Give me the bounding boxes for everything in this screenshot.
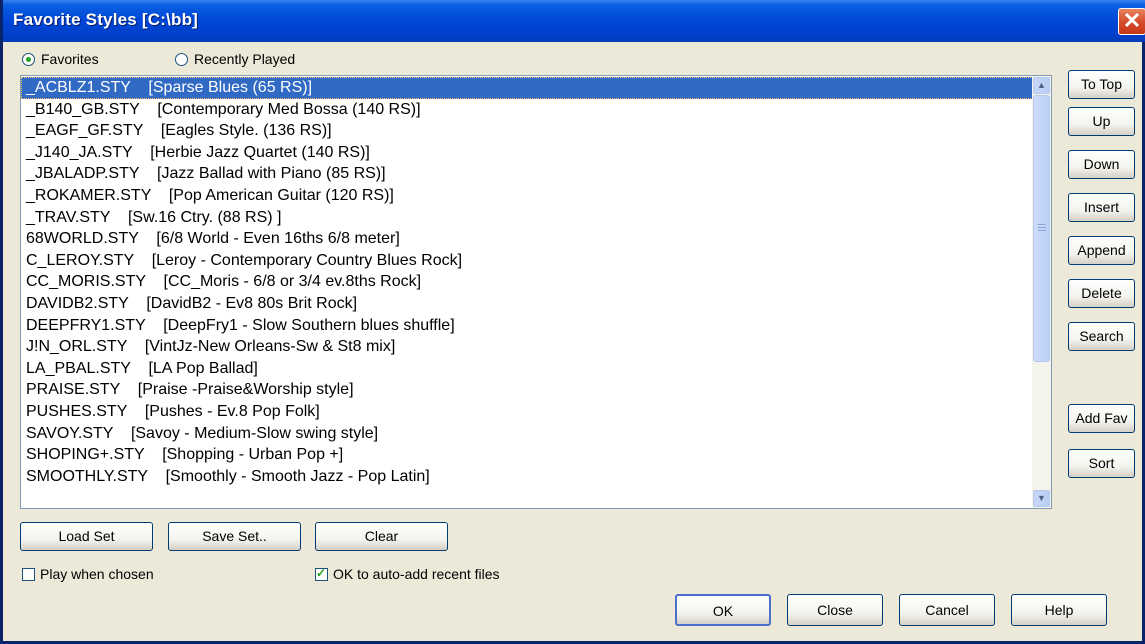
list-item[interactable]: CC_MORIS.STY [CC_Moris - 6/8 or 3/4 ev.8… [21, 271, 1033, 293]
recently-played-radio-label: Recently Played [194, 51, 296, 67]
favorites-radio[interactable]: Favorites [22, 51, 99, 67]
list-item[interactable]: _ACBLZ1.STY [Sparse Blues (65 RS)] [21, 77, 1033, 99]
list-item[interactable]: 68WORLD.STY [6/8 World - Even 16ths 6/8 … [21, 228, 1033, 250]
thumb-grip [1038, 224, 1046, 225]
list-item[interactable]: _EAGF_GF.STY [Eagles Style. (136 RS)] [21, 120, 1033, 142]
close-icon: ✕ [1122, 8, 1142, 33]
title-bar[interactable]: Favorite Styles [C:\bb] ✕ [3, 0, 1145, 42]
auto-add-recent-label: OK to auto-add recent files [333, 566, 500, 582]
load-set-button[interactable]: Load Set [20, 522, 153, 551]
scroll-up-button[interactable]: ▲ [1033, 77, 1050, 94]
search-button[interactable]: Search [1068, 322, 1135, 351]
list-item[interactable]: _ROKAMER.STY [Pop American Guitar (120 R… [21, 185, 1033, 207]
sort-button[interactable]: Sort [1068, 449, 1135, 478]
close-button[interactable]: Close [787, 594, 883, 626]
list-item[interactable]: LA_PBAL.STY [LA Pop Ballad] [21, 358, 1033, 380]
ok-button[interactable]: OK [675, 594, 771, 626]
thumb-grip [1038, 230, 1046, 231]
list-item[interactable]: PUSHES.STY [Pushes - Ev.8 Pop Folk] [21, 401, 1033, 423]
add-fav-button[interactable]: Add Fav [1068, 404, 1135, 433]
styles-listbox[interactable]: _ACBLZ1.STY [Sparse Blues (65 RS)] _B140_… [20, 75, 1052, 509]
clear-button[interactable]: Clear [315, 522, 448, 551]
window-title: Favorite Styles [C:\bb] [13, 10, 199, 29]
help-button[interactable]: Help [1011, 594, 1107, 626]
list-item[interactable]: DAVIDB2.STY [DavidB2 - Ev8 80s Brit Rock… [21, 293, 1033, 315]
recently-played-radio[interactable]: Recently Played [175, 51, 295, 67]
scroll-down-button[interactable]: ▼ [1033, 490, 1050, 507]
save-set-button[interactable]: Save Set.. [168, 522, 301, 551]
checkbox-checked-icon [315, 566, 328, 581]
list-item[interactable]: DEEPFRY1.STY [DeepFry1 - Slow Southern b… [21, 315, 1033, 337]
list-item[interactable]: SMOOTHLY.STY [Smoothly - Smooth Jazz - P… [21, 466, 1033, 488]
list-item[interactable]: _JBALADP.STY [Jazz Ballad with Piano (85… [21, 163, 1033, 185]
list-item[interactable]: _J140_JA.STY [Herbie Jazz Quartet (140 R… [21, 142, 1033, 164]
vertical-scrollbar[interactable]: ▲ ▼ [1032, 76, 1051, 508]
chevron-up-icon: ▲ [1037, 80, 1046, 90]
checkbox-unchecked-icon [22, 567, 35, 581]
list-item[interactable]: SAVOY.STY [Savoy - Medium-Slow swing sty… [21, 423, 1033, 445]
down-button[interactable]: Down [1068, 150, 1135, 179]
auto-add-recent-checkbox[interactable]: OK to auto-add recent files [315, 566, 500, 582]
thumb-grip [1038, 227, 1046, 228]
list-item[interactable]: SHOPING+.STY [Shopping - Urban Pop +] [21, 444, 1033, 466]
play-when-chosen-checkbox[interactable]: Play when chosen [22, 566, 154, 582]
list-item[interactable]: _TRAV.STY [Sw.16 Ctry. (88 RS) ] [21, 207, 1033, 229]
favorites-radio-label: Favorites [41, 51, 99, 67]
chevron-down-icon: ▼ [1037, 493, 1046, 503]
cancel-button[interactable]: Cancel [899, 594, 995, 626]
up-button[interactable]: Up [1068, 107, 1135, 136]
play-when-chosen-label: Play when chosen [40, 566, 154, 582]
radio-unselected-icon [175, 52, 188, 66]
list-item[interactable]: J!N_ORL.STY [VintJz-New Orleans-Sw & St8… [21, 336, 1033, 358]
style-list: _ACBLZ1.STY [Sparse Blues (65 RS)] _B140_… [21, 77, 1033, 487]
insert-button[interactable]: Insert [1068, 193, 1135, 222]
favorite-styles-dialog: Favorite Styles [C:\bb] ✕ Favorites Rece… [0, 0, 1145, 644]
list-item[interactable]: _B140_GB.STY [Contemporary Med Bossa (14… [21, 99, 1033, 121]
to-top-button[interactable]: To Top [1068, 70, 1135, 99]
close-window-button[interactable]: ✕ [1118, 8, 1145, 35]
list-item[interactable]: C_LEROY.STY [Leroy - Contemporary Countr… [21, 250, 1033, 272]
radio-selected-icon [22, 52, 35, 66]
delete-button[interactable]: Delete [1068, 279, 1135, 308]
append-button[interactable]: Append [1068, 236, 1135, 265]
scroll-thumb[interactable] [1033, 95, 1050, 362]
list-item[interactable]: PRAISE.STY [Praise -Praise&Worship style… [21, 379, 1033, 401]
